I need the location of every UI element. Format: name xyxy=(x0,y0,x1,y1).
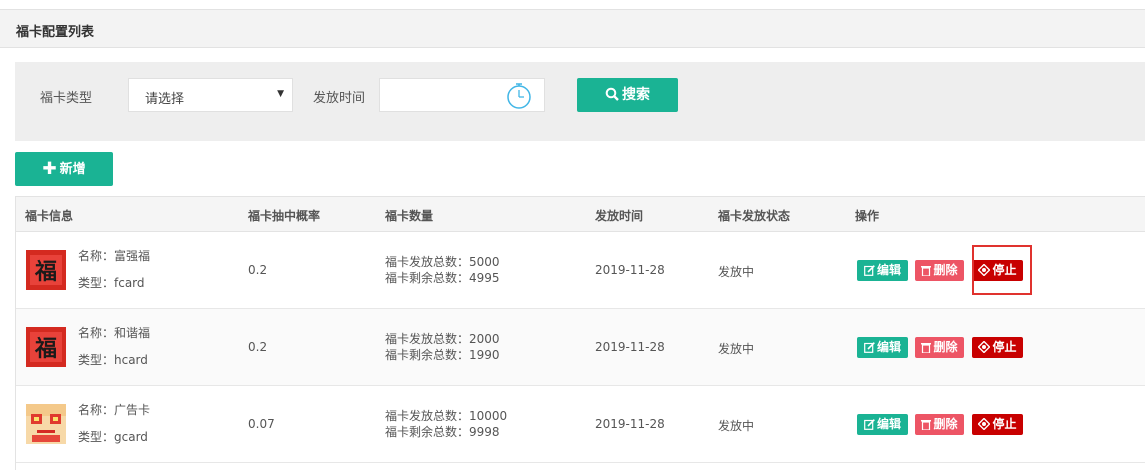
card-type-select-value: 请选择 xyxy=(145,92,185,107)
add-button-label: 新增 xyxy=(59,162,86,177)
card-meta: 名称：富强福 类型：fcard xyxy=(78,243,150,297)
card-quantity: 福卡发放总数：2000 福卡剩余总数：1990 xyxy=(385,331,500,363)
card-issue-date: 2019-11-28 xyxy=(595,263,665,277)
edit-button[interactable]: 编辑 xyxy=(857,337,908,358)
column-header-issue-time: 发放时间 xyxy=(595,209,644,223)
card-name: 名称：广告卡 xyxy=(78,403,151,417)
trash-icon xyxy=(921,343,932,354)
issue-time-label: 发放时间 xyxy=(313,91,366,106)
add-button[interactable]: ✚ 新增 xyxy=(15,152,113,186)
card-remaining: 福卡剩余总数：9998 xyxy=(385,425,500,439)
stop-icon xyxy=(977,340,991,354)
card-status: 发放中 xyxy=(718,419,755,433)
card-issue-date: 2019-11-28 xyxy=(595,417,665,431)
chevron-down-icon: ▼ xyxy=(277,89,284,99)
card-image: 福 xyxy=(26,327,66,367)
table-header: 福卡信息 福卡抽中概率 福卡数量 发放时间 福卡发放状态 操作 xyxy=(16,197,1145,232)
trash-icon xyxy=(921,420,932,431)
table-row: 福 名称：和谐福 类型：hcard 0.2 福卡发放总数：2000 福卡剩余总数… xyxy=(16,309,1145,386)
stop-button[interactable]: 停止 xyxy=(972,414,1023,435)
card-issue-date: 2019-11-28 xyxy=(595,340,665,354)
card-remaining: 福卡剩余总数：1990 xyxy=(385,348,500,362)
card-meta: 名称：和谐福 类型：hcard xyxy=(78,320,150,374)
edit-icon xyxy=(864,265,875,276)
card-type-select[interactable]: 请选择 ▼ xyxy=(128,78,293,112)
card-type: 类型：hcard xyxy=(78,353,148,367)
panel-header: 福卡配置列表 xyxy=(0,9,1145,48)
trash-icon xyxy=(921,266,932,277)
edit-icon xyxy=(864,342,875,353)
search-icon xyxy=(605,87,619,101)
edit-button[interactable]: 编辑 xyxy=(857,414,908,435)
search-button[interactable]: 搜索 xyxy=(577,78,678,112)
table-row: 名称：广告卡 类型：gcard 0.07 福卡发放总数：10000 福卡剩余总数… xyxy=(16,386,1145,463)
page-title: 福卡配置列表 xyxy=(16,25,95,40)
card-probability: 0.2 xyxy=(248,340,268,354)
card-total: 福卡发放总数：10000 xyxy=(385,409,508,423)
card-probability: 0.07 xyxy=(248,417,275,431)
card-status: 发放中 xyxy=(718,265,755,279)
card-image: 福 xyxy=(26,250,66,290)
card-type: 类型：gcard xyxy=(78,430,148,444)
card-meta: 名称：广告卡 类型：gcard xyxy=(78,397,150,451)
issue-time-input[interactable] xyxy=(379,78,545,112)
delete-button[interactable]: 删除 xyxy=(915,414,964,435)
column-header-actions: 操作 xyxy=(855,209,880,223)
svg-text:福: 福 xyxy=(34,259,57,285)
search-button-label: 搜索 xyxy=(622,87,650,103)
page: 福卡配置列表 福卡类型 请选择 ▼ 发放时间 搜索 ✚ 新增 福卡信息 福卡抽中… xyxy=(0,0,1145,470)
card-status: 发放中 xyxy=(718,342,755,356)
card-probability: 0.2 xyxy=(248,263,268,277)
card-quantity: 福卡发放总数：5000 福卡剩余总数：4995 xyxy=(385,254,500,286)
edit-button[interactable]: 编辑 xyxy=(857,260,908,281)
delete-button[interactable]: 删除 xyxy=(915,337,964,358)
svg-text:福: 福 xyxy=(34,336,57,362)
card-quantity: 福卡发放总数：10000 福卡剩余总数：9998 xyxy=(385,408,507,440)
plus-icon: ✚ xyxy=(42,159,57,179)
column-header-quantity: 福卡数量 xyxy=(385,209,434,223)
column-header-probability: 福卡抽中概率 xyxy=(248,209,321,223)
stop-button[interactable]: 停止 xyxy=(972,337,1023,358)
card-remaining: 福卡剩余总数：4995 xyxy=(385,271,500,285)
delete-button[interactable]: 删除 xyxy=(915,260,964,281)
highlight-box xyxy=(972,245,1032,295)
clock-icon[interactable] xyxy=(505,82,533,113)
column-header-card-info: 福卡信息 xyxy=(25,209,74,223)
column-header-status: 福卡发放状态 xyxy=(718,209,791,223)
card-image xyxy=(26,404,66,444)
card-name: 名称：和谐福 xyxy=(78,326,151,340)
card-type: 类型：fcard xyxy=(78,276,145,290)
card-name: 名称：富强福 xyxy=(78,249,151,263)
search-form: 福卡类型 请选择 ▼ 发放时间 搜索 xyxy=(15,62,1145,141)
card-total: 福卡发放总数：5000 xyxy=(385,255,500,269)
card-type-label: 福卡类型 xyxy=(40,91,93,106)
card-total: 福卡发放总数：2000 xyxy=(385,332,500,346)
edit-icon xyxy=(864,419,875,430)
stop-icon xyxy=(977,417,991,431)
card-config-table: 福卡信息 福卡抽中概率 福卡数量 发放时间 福卡发放状态 操作 福 名称：富强福… xyxy=(15,196,1145,470)
